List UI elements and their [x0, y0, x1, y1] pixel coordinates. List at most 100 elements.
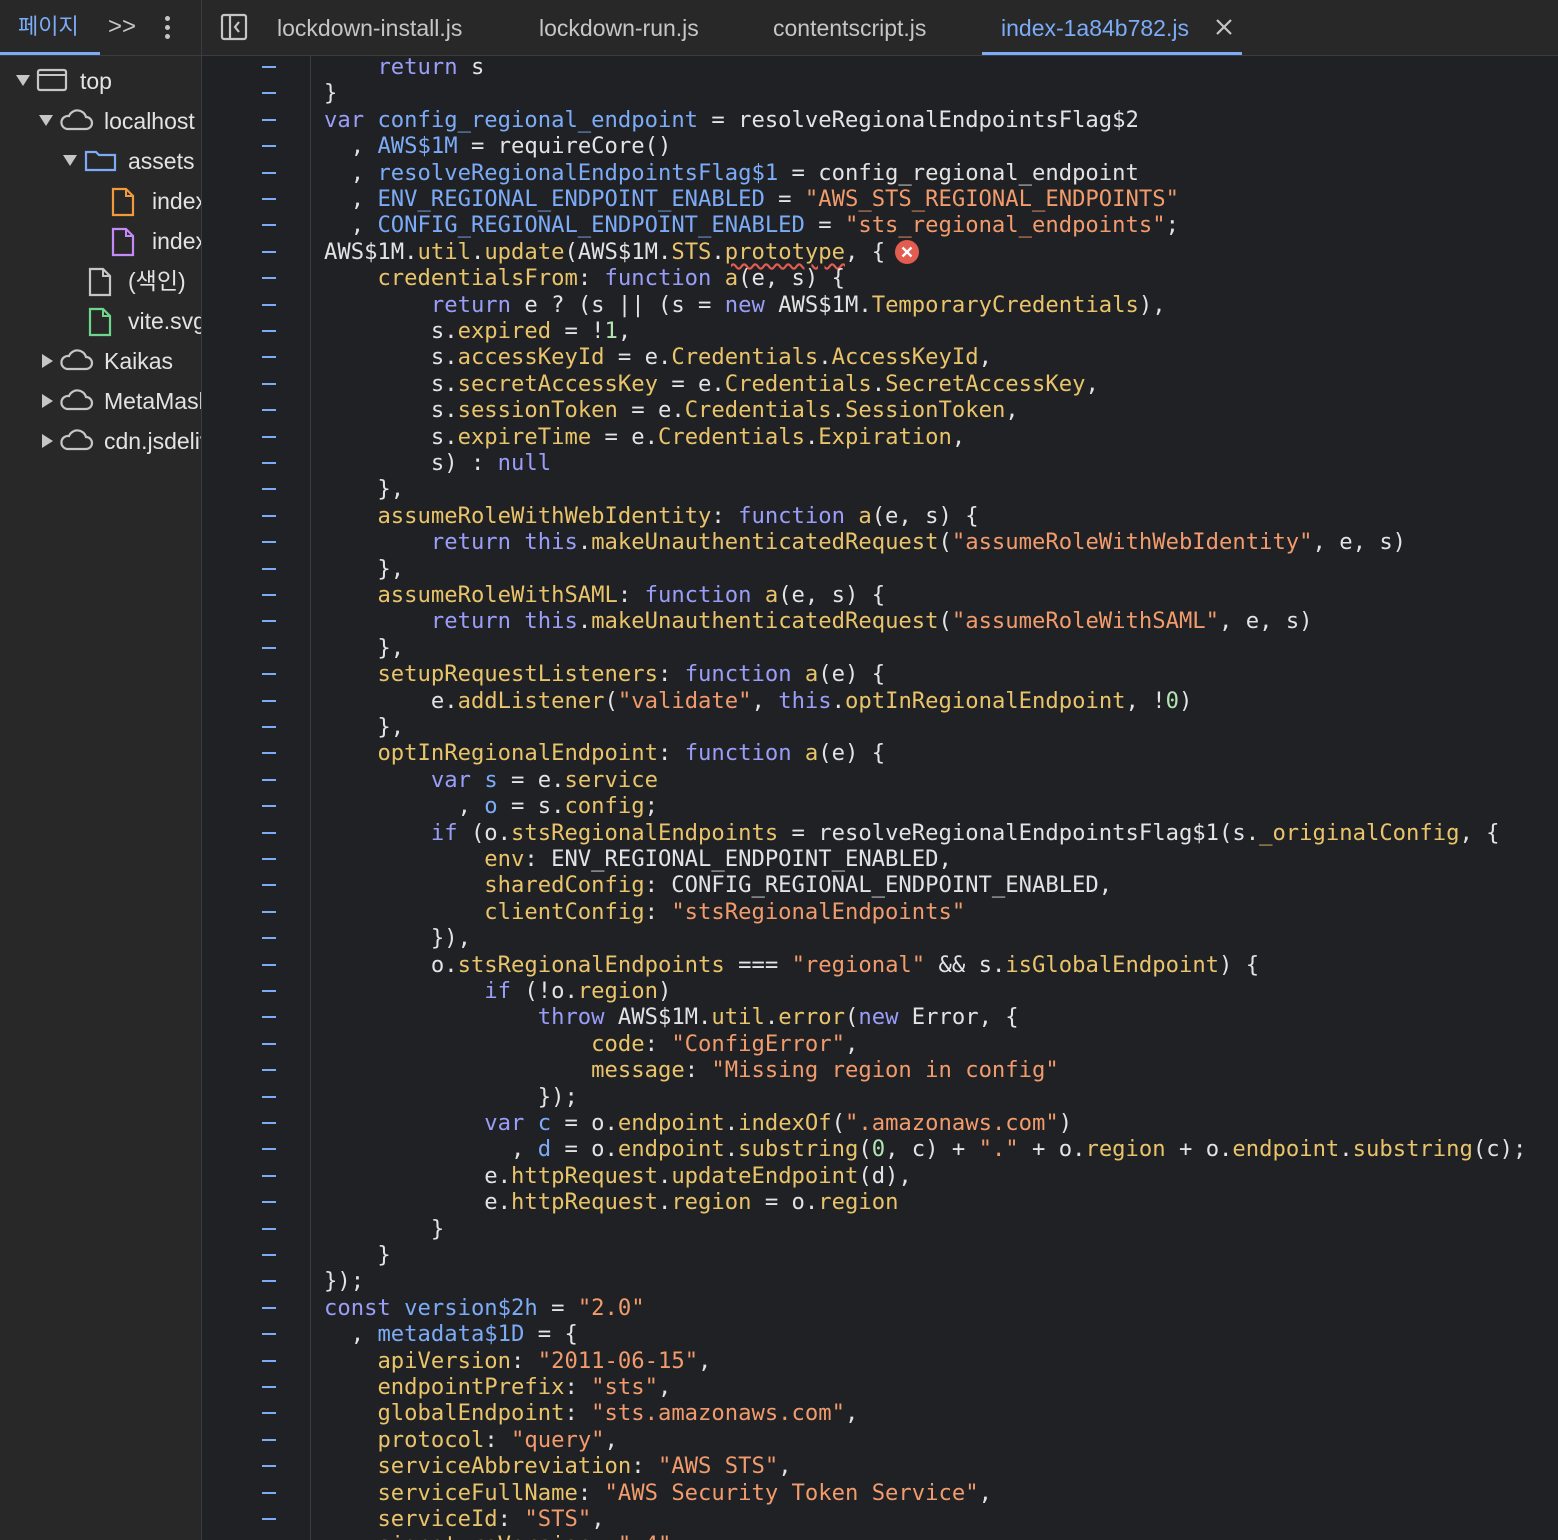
- tree-item-document[interactable]: (색인): [0, 261, 201, 301]
- code-line[interactable]: , metadata$1D = {: [324, 1321, 578, 1347]
- line-modified-marker: [262, 937, 276, 940]
- code-line[interactable]: var c = o.endpoint.indexOf(".amazonaws.c…: [324, 1110, 1072, 1136]
- code-line[interactable]: },: [324, 556, 404, 582]
- code-line[interactable]: serviceId: "STS",: [324, 1506, 604, 1532]
- code-line[interactable]: }: [324, 1242, 390, 1268]
- code-line[interactable]: assumeRoleWithSAML: function a(e, s) {: [324, 582, 885, 608]
- cloud-icon: [60, 109, 94, 131]
- expanded-triangle-icon[interactable]: [39, 115, 53, 126]
- code-line[interactable]: , resolveRegionalEndpointsFlag$1 = confi…: [324, 160, 1139, 186]
- code-line[interactable]: protocol: "query",: [324, 1427, 617, 1453]
- code-line[interactable]: return this.makeUnauthenticatedRequest("…: [324, 529, 1406, 555]
- code-line[interactable]: clientConfig: "stsRegionalEndpoints": [324, 899, 965, 925]
- tree-item-vite-svg[interactable]: vite.svg: [0, 301, 201, 341]
- code-line[interactable]: s.sessionToken = e.Credentials.SessionTo…: [324, 397, 1019, 423]
- error-circle-icon[interactable]: [895, 239, 920, 264]
- line-modified-marker: [262, 1280, 276, 1283]
- code-line[interactable]: });: [324, 1268, 364, 1294]
- image-file-icon: [88, 307, 112, 337]
- code-line[interactable]: throw AWS$1M.util.error(new Error, {: [324, 1004, 1019, 1030]
- code-line[interactable]: s.secretAccessKey = e.Credentials.Secret…: [324, 371, 1099, 397]
- code-line[interactable]: , CONFIG_REGIONAL_ENDPOINT_ENABLED = "st…: [324, 212, 1179, 238]
- sidebar-toggle-icon[interactable]: [220, 13, 248, 41]
- code-line[interactable]: return s: [324, 54, 484, 80]
- code-line[interactable]: , d = o.endpoint.substring(0, c) + "." +…: [324, 1136, 1526, 1162]
- line-modified-marker: [262, 435, 276, 438]
- cloud-icon: [60, 389, 94, 411]
- expanded-triangle-icon[interactable]: [16, 75, 30, 86]
- code-line[interactable]: s.expired = !1,: [324, 318, 631, 344]
- tab-lockdown-run[interactable]: lockdown-run.js: [539, 0, 699, 55]
- code-line[interactable]: credentialsFrom: function a(e, s) {: [324, 265, 845, 291]
- close-icon[interactable]: [1214, 17, 1234, 37]
- code-line[interactable]: o.stsRegionalEndpoints === "regional" &&…: [324, 952, 1259, 978]
- code-line[interactable]: var s = e.service: [324, 767, 658, 793]
- code-line[interactable]: AWS$1M.util.update(AWS$1M.STS.prototype,…: [324, 239, 885, 265]
- code-line[interactable]: const version$2h = "2.0": [324, 1295, 645, 1321]
- line-modified-marker: [262, 1254, 276, 1256]
- line-modified-marker: [262, 1069, 276, 1072]
- tree-item-top[interactable]: top: [0, 61, 201, 101]
- code-line[interactable]: return e ? (s || (s = new AWS$1M.Tempora…: [324, 292, 1166, 318]
- tab-lockdown-install[interactable]: lockdown-install.js: [277, 0, 462, 55]
- tree-item-kaikas[interactable]: Kaikas: [0, 341, 201, 381]
- code-line[interactable]: globalEndpoint: "sts.amazonaws.com",: [324, 1400, 858, 1426]
- tree-item-cdn-jsdelivr[interactable]: cdn.jsdelivr: [0, 421, 201, 461]
- code-line[interactable]: s) : null: [324, 450, 551, 476]
- code-line[interactable]: apiVersion: "2011-06-15",: [324, 1348, 711, 1374]
- collapsed-triangle-icon[interactable]: [42, 434, 53, 448]
- code-line[interactable]: },: [324, 635, 404, 661]
- code-line[interactable]: var config_regional_endpoint = resolveRe…: [324, 107, 1139, 133]
- code-line[interactable]: sharedConfig: CONFIG_REGIONAL_ENDPOINT_E…: [324, 872, 1112, 898]
- code-line[interactable]: return this.makeUnauthenticatedRequest("…: [324, 608, 1313, 634]
- code-line[interactable]: serviceFullName: "AWS Security Token Ser…: [324, 1480, 991, 1506]
- code-line[interactable]: s.expireTime = e.Credentials.Expiration,: [324, 424, 965, 450]
- code-line[interactable]: message: "Missing region in config": [324, 1057, 1059, 1083]
- code-line[interactable]: if (!o.region): [324, 978, 671, 1004]
- tree-item-index-css[interactable]: index: [0, 221, 201, 261]
- more-tabs-button[interactable]: >>: [108, 12, 136, 42]
- code-line[interactable]: , AWS$1M = requireCore(): [324, 133, 672, 159]
- line-modified-marker: [262, 1465, 276, 1468]
- code-line[interactable]: e.addListener("validate", this.optInRegi…: [324, 688, 1192, 714]
- line-modified-marker: [262, 673, 276, 676]
- code-line[interactable]: endpointPrefix: "sts",: [324, 1374, 671, 1400]
- code-line[interactable]: });: [324, 1084, 578, 1110]
- line-modified-marker: [262, 805, 276, 808]
- tree-item-index-js[interactable]: index: [0, 181, 201, 221]
- code-line[interactable]: optInRegionalEndpoint: function a(e) {: [324, 740, 885, 766]
- tab-pages[interactable]: 페이지: [0, 0, 100, 55]
- line-modified-marker: [262, 462, 276, 464]
- code-line[interactable]: if (o.stsRegionalEndpoints = resolveRegi…: [324, 820, 1500, 846]
- tab-contentscript[interactable]: contentscript.js: [773, 0, 926, 55]
- code-line[interactable]: s.accessKeyId = e.Credentials.AccessKeyI…: [324, 344, 992, 370]
- tree-item-assets[interactable]: assets: [0, 141, 201, 181]
- code-line[interactable]: },: [324, 714, 404, 740]
- tree-item-localhost[interactable]: localhost: [0, 101, 201, 141]
- code-line[interactable]: }: [324, 1216, 444, 1242]
- line-modified-marker: [262, 1042, 276, 1045]
- code-line[interactable]: },: [324, 476, 404, 502]
- code-line[interactable]: setupRequestListeners: function a(e) {: [324, 661, 885, 687]
- collapsed-triangle-icon[interactable]: [42, 354, 53, 368]
- code-line[interactable]: }),: [324, 925, 471, 951]
- collapsed-triangle-icon[interactable]: [42, 394, 53, 408]
- line-modified-marker: [262, 1201, 276, 1204]
- navigator-menu-button[interactable]: [156, 12, 180, 42]
- code-line[interactable]: code: "ConfigError",: [324, 1031, 858, 1057]
- code-editor[interactable]: return s} var config_regional_endpoint = …: [324, 54, 1558, 1540]
- cloud-icon: [60, 429, 94, 451]
- code-line[interactable]: env: ENV_REGIONAL_ENDPOINT_ENABLED,: [324, 846, 952, 872]
- code-line[interactable]: e.httpRequest.region = o.region: [324, 1189, 898, 1215]
- code-line[interactable]: e.httpRequest.updateEndpoint(d),: [324, 1163, 912, 1189]
- code-line[interactable]: , o = s.config;: [324, 793, 658, 819]
- code-line[interactable]: , ENV_REGIONAL_ENDPOINT_ENABLED = "AWS_S…: [324, 186, 1179, 212]
- code-line[interactable]: signatureVersion: "v4",: [324, 1532, 684, 1540]
- code-line[interactable]: }: [324, 80, 337, 106]
- expanded-triangle-icon[interactable]: [63, 155, 77, 166]
- tree-item-metamask[interactable]: MetaMask: [0, 381, 201, 421]
- tab-index-js[interactable]: index-1a84b782.js: [982, 0, 1242, 55]
- code-line[interactable]: serviceAbbreviation: "AWS STS",: [324, 1453, 791, 1479]
- line-gutter[interactable]: [202, 56, 311, 1540]
- code-line[interactable]: assumeRoleWithWebIdentity: function a(e,…: [324, 503, 978, 529]
